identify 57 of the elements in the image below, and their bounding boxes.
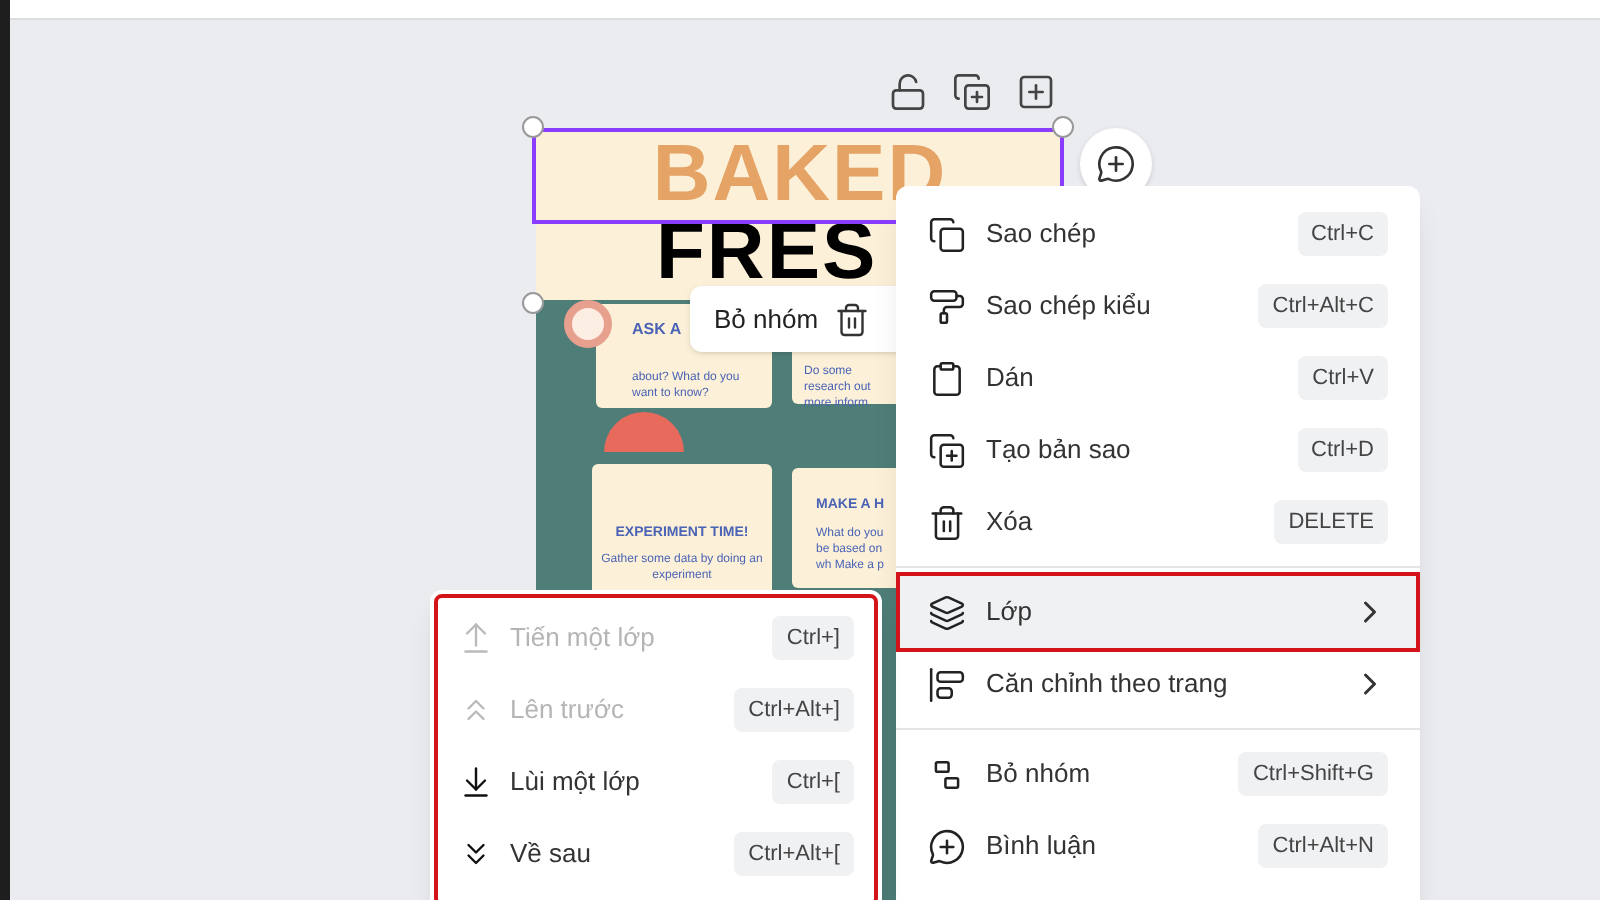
trash-icon[interactable] <box>834 301 871 337</box>
menu-item[interactable]: Tạo bản sao Ctrl+D <box>900 414 1416 486</box>
lamp-drawing <box>604 412 684 452</box>
paint-roller-icon <box>928 287 966 325</box>
menu-label: Lùi một lớp <box>510 764 642 801</box>
menu-item[interactable]: Sao chép kiểu Ctrl+Alt+C <box>900 270 1416 342</box>
menu-label: Sao chép kiểu <box>986 288 1153 325</box>
menu-item[interactable]: Xóa DELETE <box>900 486 1416 558</box>
menu-item[interactable]: Căn chỉnh theo trang <box>900 648 1416 720</box>
align-icon <box>928 665 966 703</box>
menu-label: Lớp <box>986 594 1034 631</box>
menu-item[interactable]: Về sau Ctrl+Alt+[ <box>442 818 870 890</box>
menu-label: Tạo bản sao <box>986 432 1133 469</box>
menu-item[interactable]: Sao chép Ctrl+C <box>900 198 1416 270</box>
menu-label: Bình luận <box>986 828 1098 865</box>
shortcut-badge: Ctrl+[ <box>772 759 854 805</box>
menu-label: Sao chép <box>986 216 1098 253</box>
shortcut-badge: Ctrl+C <box>1297 211 1388 257</box>
comment-plus-icon <box>928 827 966 865</box>
shortcut-badge: Ctrl+V <box>1298 355 1388 401</box>
shortcut-badge: Ctrl+D <box>1297 427 1388 473</box>
resize-handle[interactable] <box>522 292 544 314</box>
shortcut-badge: Ctrl+Shift+G <box>1238 751 1388 797</box>
shortcut-badge: Ctrl+Alt+] <box>734 687 854 733</box>
unlock-icon[interactable] <box>888 72 928 112</box>
arrow-down-icon <box>458 764 494 800</box>
shortcut-badge: Ctrl+Alt+N <box>1258 823 1388 869</box>
menu-label: Dán <box>986 360 1036 397</box>
menu-item[interactable]: Bình luận Ctrl+Alt+N <box>900 810 1416 882</box>
shortcut-badge: Ctrl+Alt+C <box>1258 283 1388 329</box>
duplicate-icon[interactable] <box>952 72 992 112</box>
menu-item[interactable]: Dán Ctrl+V <box>900 342 1416 414</box>
menu-label: Tiến một lớp <box>510 620 657 657</box>
arrow-up-icon <box>458 620 494 656</box>
copy-icon <box>928 215 966 253</box>
menu-label: Xóa <box>986 504 1035 541</box>
ungroup-button[interactable]: Bỏ nhóm <box>714 299 819 339</box>
shortcut-badge: Ctrl+] <box>772 615 854 661</box>
shortcut-badge: Ctrl+Alt+[ <box>734 831 854 877</box>
poster-title: FRES <box>656 216 878 288</box>
menu-label: Căn chỉnh theo trang <box>986 666 1230 703</box>
layers-icon <box>928 593 966 631</box>
add-page-icon[interactable] <box>1016 72 1056 112</box>
menu-label: Lên trước <box>510 692 626 729</box>
menu-item[interactable]: Lùi một lớp Ctrl+[ <box>442 746 870 818</box>
shortcut-badge: DELETE <box>1274 499 1388 545</box>
menu-label: Bỏ nhóm <box>986 756 1093 793</box>
menu-label: Về sau <box>510 836 593 873</box>
comment-plus-icon <box>1096 144 1136 184</box>
card-heading: ASK A <box>632 318 682 342</box>
trash-icon <box>928 503 966 541</box>
clipboard-icon <box>928 359 966 397</box>
menu-item[interactable]: Lớp <box>900 576 1416 648</box>
duplicate-icon <box>928 431 966 469</box>
menu-item[interactable]: Bỏ nhóm Ctrl+Shift+G <box>900 738 1416 810</box>
resize-handle[interactable] <box>1052 116 1074 138</box>
resize-handle[interactable] <box>522 116 544 138</box>
